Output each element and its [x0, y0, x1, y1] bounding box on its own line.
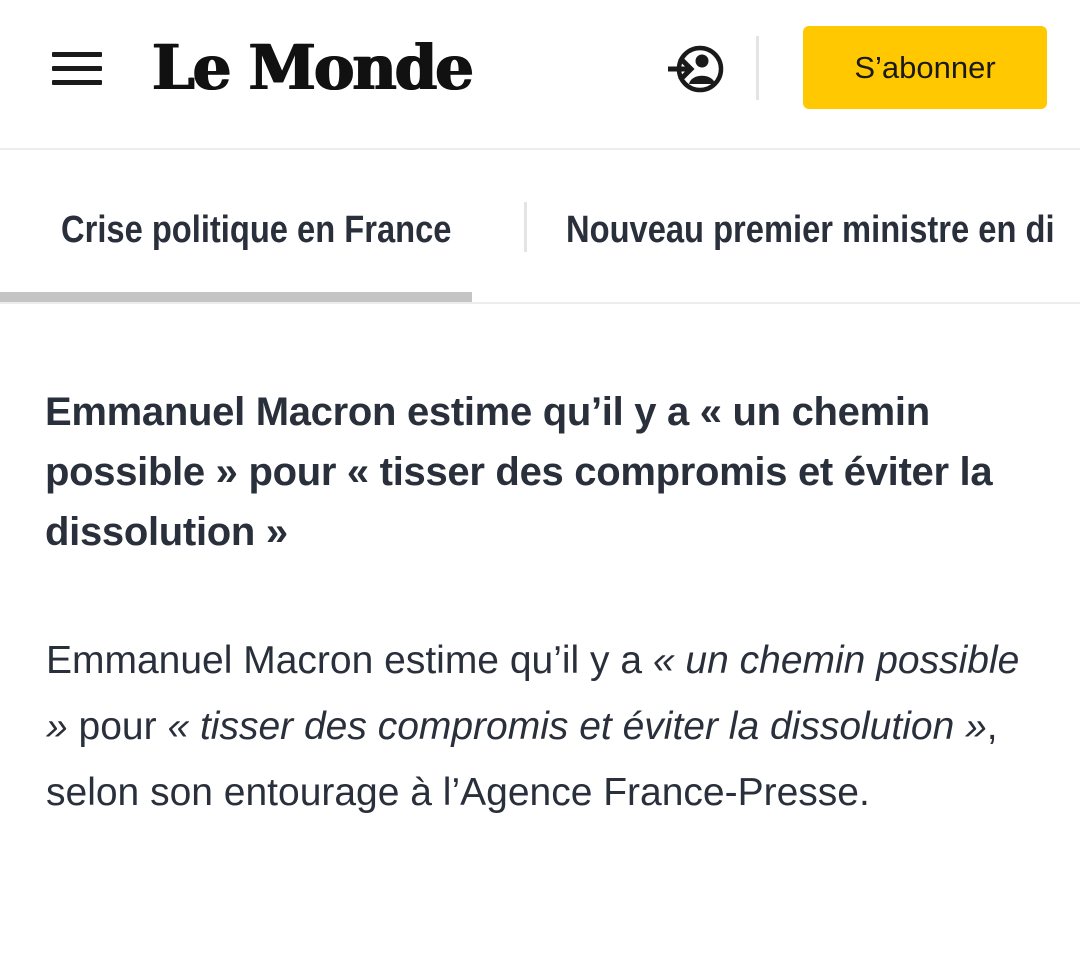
topic-tabs: Crise politique en France Nouveau premie… — [0, 150, 1080, 304]
menu-line — [52, 52, 102, 57]
tab-nouveau-premier-ministre[interactable]: Nouveau premier ministre en di — [566, 202, 1055, 258]
body-text-part: Emmanuel Macron estime qu’il y a — [46, 639, 653, 682]
header-divider — [756, 36, 759, 100]
tab-crise-politique[interactable]: Crise politique en France — [61, 202, 451, 258]
article-body: Emmanuel Macron estime qu’il y a « un ch… — [46, 628, 1046, 826]
subscribe-button[interactable]: S’abonner — [803, 26, 1047, 109]
site-header: Le Monde S’abonner — [0, 0, 1080, 150]
tab-separator — [524, 202, 527, 252]
login-user-icon[interactable] — [666, 40, 726, 98]
active-tab-indicator — [0, 292, 472, 302]
hamburger-menu-icon[interactable] — [52, 52, 102, 86]
le-monde-logo[interactable]: Le Monde — [152, 28, 474, 108]
body-quote: « tisser des compromis et éviter la diss… — [167, 705, 987, 748]
login-icon-graphic — [668, 45, 724, 93]
menu-line — [52, 80, 102, 85]
body-text-part: pour — [67, 705, 168, 748]
menu-line — [52, 66, 102, 71]
article-headline[interactable]: Emmanuel Macron estime qu’il y a « un ch… — [45, 382, 1045, 562]
